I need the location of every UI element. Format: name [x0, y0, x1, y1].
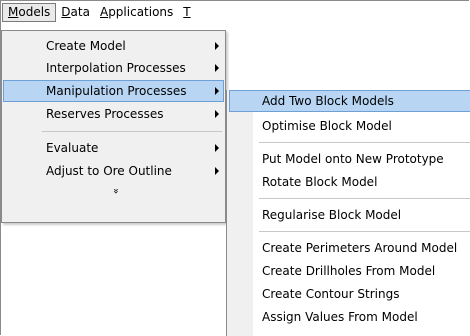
submenu-item-label: Rotate Block Model — [262, 175, 378, 189]
menu-data-rest: ata — [70, 5, 90, 19]
submenu-item-create-perimeters-around-model[interactable]: Create Perimeters Around Model — [229, 237, 470, 259]
menu-models[interactable]: Models — [2, 3, 57, 22]
menu-item-label: Adjust to Ore Outline — [46, 164, 172, 178]
menu-item-evaluate[interactable]: Evaluate — [3, 137, 224, 159]
menu-applications[interactable]: Applications — [95, 3, 178, 22]
menu-item-manipulation-processes[interactable]: Manipulation Processes — [3, 80, 224, 102]
submenu-item-label: Create Perimeters Around Model — [262, 241, 458, 255]
menu-item-adjust-to-ore-outline[interactable]: Adjust to Ore Outline — [3, 160, 224, 182]
menu-applications-rest: pplications — [108, 5, 174, 19]
menu-item-label: Interpolation Processes — [46, 61, 186, 75]
submenu-item-create-drillholes-from-model[interactable]: Create Drillholes From Model — [229, 260, 470, 282]
submenu-item-label: Create Contour Strings — [262, 287, 400, 301]
menu-separator — [259, 198, 470, 199]
menu-applications-mnemonic: A — [99, 5, 109, 19]
menu-item-label: Create Model — [46, 39, 126, 53]
submenu-arrow-icon — [215, 42, 219, 50]
menu-item-label: Reserves Processes — [46, 107, 164, 121]
menu-separator — [259, 142, 470, 143]
menu-item-create-model[interactable]: Create Model — [3, 35, 224, 57]
submenu-item-label: Regularise Block Model — [262, 208, 402, 222]
menu-separator — [42, 131, 222, 132]
submenu-item-label: Put Model onto New Prototype — [262, 152, 444, 166]
menu-models-rest: odels — [18, 5, 51, 19]
menu-separator — [259, 231, 470, 232]
menu-data-mnemonic: D — [61, 5, 71, 19]
submenu-item-label: Add Two Block Models — [262, 94, 394, 108]
submenu-arrow-icon — [215, 144, 219, 152]
submenu-item-optimise-block-model[interactable]: Optimise Block Model — [229, 115, 470, 137]
chevron-double-down-icon: » — [110, 187, 122, 195]
submenu-item-label: Create Drillholes From Model — [262, 264, 436, 278]
menu-item-label: Manipulation Processes — [46, 84, 187, 98]
submenu-arrow-icon — [215, 64, 219, 72]
menu-item-label: Evaluate — [46, 141, 99, 155]
menu-t-label: T — [183, 5, 191, 19]
submenu-item-assign-values-from-model[interactable]: Assign Values From Model — [229, 306, 470, 328]
submenu-item-rotate-block-model[interactable]: Rotate Block Model — [229, 171, 470, 193]
menu-expand-more-button[interactable]: » — [3, 181, 224, 199]
menu-t[interactable]: T — [178, 3, 195, 22]
menu-data[interactable]: Data — [56, 3, 95, 22]
menu-item-interpolation-processes[interactable]: Interpolation Processes — [3, 57, 224, 79]
submenu-arrow-icon — [215, 87, 219, 95]
submenu-arrow-icon — [215, 167, 219, 175]
submenu-arrow-icon — [215, 110, 219, 118]
submenu-item-label: Assign Values From Model — [262, 310, 418, 324]
models-dropdown: Create Model Interpolation Processes Man… — [1, 30, 226, 223]
menu-item-reserves-processes[interactable]: Reserves Processes — [3, 103, 224, 125]
menu-bar: Models Data Applications T — [2, 2, 242, 23]
submenu-item-label: Optimise Block Model — [262, 119, 392, 133]
manipulation-processes-submenu: Add Two Block Models Optimise Block Mode… — [226, 90, 470, 336]
submenu-item-add-two-block-models[interactable]: Add Two Block Models — [229, 90, 470, 112]
submenu-item-create-contour-strings[interactable]: Create Contour Strings — [229, 283, 470, 305]
menu-models-mnemonic: M — [8, 5, 19, 19]
submenu-item-put-model-onto-new-prototype[interactable]: Put Model onto New Prototype — [229, 148, 470, 170]
submenu-item-regularise-block-model[interactable]: Regularise Block Model — [229, 204, 470, 226]
